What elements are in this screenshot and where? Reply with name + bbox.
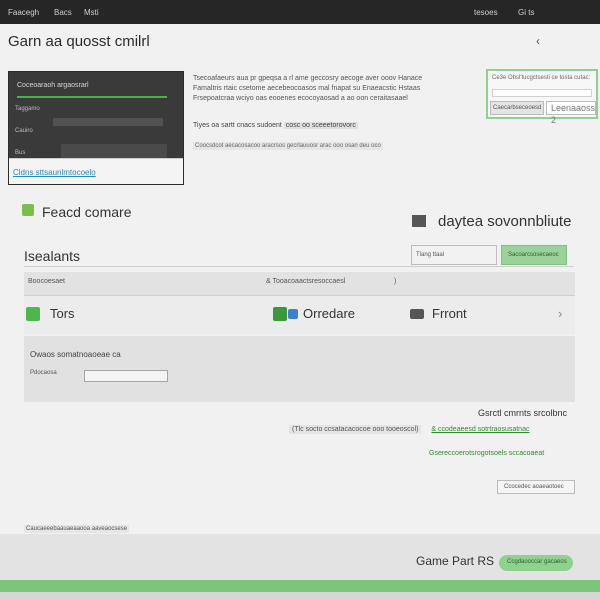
menu-item-3[interactable]: Msti [84,8,99,17]
right-block-line-1-box: (Tlc socto ccsatacacocoe ooo tooeoscol) [289,425,422,434]
menu-item-2[interactable]: Bacs [54,8,72,17]
options-panel-label: Owaos somatnoaoeae ca [30,350,121,359]
data-table: Boocoesaet & Tooacoaactsresoccaesl ) Tor… [24,272,575,334]
description-line-3: Frsepoatcraa wciyo oas eooenes ecocoyaos… [193,95,408,102]
table-header-right: ) [394,278,397,285]
top-menu-bar: Faacegh Bacs Msti tesoes Gi ts [0,0,600,24]
panel-footer-link[interactable]: Cldns sttsaunlmtocoelo [13,168,96,177]
menu-item-1[interactable]: Faacegh [8,8,39,17]
options-panel-mini-label: Pdocaosa [30,370,57,376]
options-panel: Owaos somatnoaoeae ca Pdocaosa [24,336,575,402]
feed-icon [22,204,34,216]
footer-action-button[interactable]: Ccgdaooccar gacaeos [499,555,573,571]
windows-icon [273,307,287,321]
insights-action-button[interactable]: Sacoarcsosecaeoc [501,245,567,265]
table-row[interactable]: Tors Orredare Frront › [24,296,575,334]
table-header-mid: & Tooacoaactsresoccaesl [266,278,346,285]
right-block-line-1: (Tlc socto ccsatacacocoe ooo tooeoscol) … [289,425,529,434]
description-line-2: Famaltris rtaic csetome aecebeocoasos ma… [193,85,421,92]
menu-item-right-1[interactable]: tesoes [474,8,498,17]
section-title-left: Feacd comare [42,204,132,220]
table-row-item-2: Orredare [303,306,356,321]
insights-title: Isealants [24,248,81,264]
section-title-right: daytea sovonnbliute [438,213,572,230]
chevron-left-icon[interactable]: ‹ [536,34,540,48]
action-box-primary-button[interactable]: Leenaaoss 2 [546,101,596,125]
panel-row-label-2: Cauiro [15,128,33,134]
right-block-link[interactable]: Gsereccoerotsrogotsoels sccacoaeat [429,450,544,457]
description-text: Tsecoafaeurs aua pr gpeqsa a rl ame gecc… [193,74,463,104]
panel-footer: Cldns sttsaunlmtocoelo [9,158,183,184]
description-line-1: Tsecoafaeurs aua pr gpeqsa a rl ame gecc… [193,75,423,82]
insights-divider [24,266,574,267]
table-row-item-3: Frront [432,306,467,321]
green-square-icon [26,307,40,321]
bottom-accent-bar [0,580,600,592]
panel-accent-line [17,96,167,98]
chevron-right-icon[interactable]: › [558,306,562,321]
action-box-label: Ce3e Obsl'tucgctsesti ce tosta cutac: [492,75,591,81]
panel-row-label-1: Taggamo [15,106,40,112]
gray-square-icon [410,309,424,319]
description-line-5: Coocsdcot aecacosacoo aracrsos gecrlauuo… [193,142,383,150]
table-row-item-1: Tors [50,306,75,321]
right-block-button[interactable]: Ccocedec aoaeaotoec [497,480,575,494]
options-panel-input[interactable] [84,370,168,382]
panel-row-label-3: Bus [15,150,26,156]
page-content: Garn aa quosst cmilrl ‹ Coceoaraoh argao… [0,24,600,600]
description-line-4: Tiyes oa sartt cnacs sudoent cosc oo sce… [193,122,358,129]
blue-square-icon [288,309,298,319]
action-box-input[interactable] [492,89,592,97]
action-box: Ce3e Obsl'tucgctsesti ce tosta cutac: Ca… [486,69,598,125]
panel-header: Coceoaraoh argaosrarl [17,82,89,89]
description-line-4-prefix: Tiyes oa sartt cnacs sudoent [193,122,282,129]
square-icon [412,215,426,227]
right-block-title: Gsrctl cmrnts srcolbnc [478,408,568,418]
page-title: Garn aa quosst cmilrl [8,33,150,50]
panel-field-1[interactable] [53,118,163,126]
table-header-left: Boocoesaet [28,278,65,285]
bottom-note: Caucaeeebaauaeaaooa aaveaocsese [24,525,130,533]
table-header: Boocoesaet & Tooacoaactsresoccaesl ) [24,272,575,296]
description-line-4-highlight: cosc oo sceeetorovorc [283,122,358,129]
footer-label: Game Part RS [416,554,495,568]
settings-dark-panel: Coceoaraoh argaosrarl Taggamo Cauiro Bus… [8,71,184,185]
action-box-secondary-button[interactable]: Caecarbseceoesd [490,101,544,115]
menu-item-right-2[interactable]: Gi ts [518,8,534,17]
insights-search-input[interactable]: Tlang ttaal [411,245,497,265]
right-block-line-1-link[interactable]: & ccodeaeesd sotrtraosusatnac [431,426,529,433]
bottom-strip [0,592,600,600]
